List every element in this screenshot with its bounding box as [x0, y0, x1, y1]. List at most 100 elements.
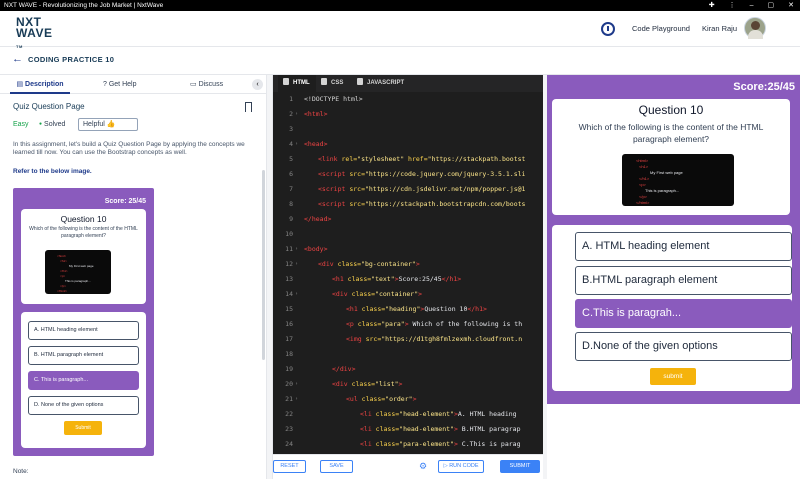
ref-question-text: Which of the following is the content of… — [29, 226, 138, 239]
code-line: 16 <p class="para"> Which of the followin… — [285, 320, 523, 328]
code-image-line: </p> — [639, 194, 648, 199]
code-line: 22 <li class="head-element">A. HTML headi… — [285, 410, 517, 418]
code-line: 6 <script src="https://code.jquery.com/jq… — [289, 170, 526, 178]
top-navbar: NXT WAVE TM Code Playground Kiran Raju — [0, 11, 800, 49]
problem-meta: Easy Solved Helpful 👍 — [13, 118, 138, 131]
code-line: 10 — [285, 230, 293, 238]
code-line: 11 › <body> — [285, 245, 328, 253]
code-line: 3 — [289, 125, 293, 133]
code-line: 23 <li class="head-element"> B.HTML parag… — [285, 425, 521, 433]
tab-javascript[interactable]: JAVASCRIPT — [357, 75, 417, 92]
code-line: 15 <h1 class="heading">Question 10</h1> — [285, 305, 487, 313]
ref-options-card: A. HTML heading element B. HTML paragrap… — [21, 312, 146, 448]
code-image-line: </h1> — [639, 176, 650, 181]
collapse-panel-button[interactable]: ‹ — [252, 79, 263, 90]
left-scrollbar[interactable] — [262, 170, 265, 360]
tab-html[interactable]: HTML — [278, 75, 316, 92]
refer-text: Refer to the below image. — [13, 168, 92, 175]
ref-option-b: B. HTML paragraph element — [28, 346, 139, 365]
code-line: 12 › <div class="bg-container"> — [285, 260, 420, 268]
output-preview: Score:25/45 Question 10 Which of the fol… — [547, 75, 800, 404]
left-panel: ▤ Description ? Get Help ▭ Discuss ‹ Qui… — [0, 75, 266, 479]
page-title: CODING PRACTICE 10 — [28, 55, 115, 64]
code-line: 7 <script src="https://cdn.jsdelivr.net/n… — [289, 185, 526, 193]
code-line: 21 › <ul class="order"> — [285, 395, 417, 403]
code-image-line: <p> — [60, 274, 66, 278]
css-file-icon — [321, 78, 327, 85]
note-label: Note: — [13, 468, 29, 475]
tab-description[interactable]: ▤ Description — [10, 75, 70, 94]
submit-button[interactable]: SUBMIT — [500, 460, 540, 473]
code-line: 20 › <div class="list"> — [285, 380, 403, 388]
code-line: 9 </head> — [289, 215, 332, 223]
run-code-button[interactable]: ▷ RUN CODE — [438, 460, 484, 473]
preview-option-b[interactable]: B.HTML paragraph element — [575, 266, 792, 295]
gear-icon[interactable]: ⚙ — [419, 461, 427, 472]
code-editor[interactable]: HTML CSS JAVASCRIPT 1 <!DOCTYPE html> 2 › <… — [273, 75, 543, 479]
code-image-line: This is paragraph... — [65, 279, 91, 283]
code-image-line: My First web page — [650, 170, 683, 175]
timer-icon[interactable] — [601, 22, 615, 36]
menu-icon[interactable]: ⋮ — [729, 0, 736, 11]
left-tabs: ▤ Description ? Get Help ▭ Discuss ‹ — [0, 75, 266, 94]
maximize-icon[interactable]: ▢ — [768, 0, 775, 11]
tab-discuss[interactable]: ▭ Discuss — [190, 75, 223, 94]
tab-css[interactable]: CSS — [321, 75, 351, 92]
ref-code-image: <html> <h1> My First web page </h1> <p> … — [45, 250, 111, 294]
ref-question-card: Question 10 Which of the following is th… — [21, 209, 146, 304]
difficulty-badge: Easy — [13, 121, 29, 128]
window-titlebar: NXT WAVE - Revolutionizing the Job Marke… — [0, 0, 800, 11]
status-badge: Solved — [39, 121, 65, 128]
code-line: 17 <img src="https://d1tgh8fmlzexmh.cloud… — [285, 335, 523, 343]
helpful-button[interactable]: Helpful 👍 — [78, 118, 138, 131]
avatar[interactable] — [744, 17, 766, 39]
reference-image: Score: 25/45 Question 10 Which of the fo… — [13, 188, 154, 456]
preview-option-c[interactable]: C.This is paragrah... — [575, 299, 792, 328]
code-line: 24 <li class="para-element"> C.This is pa… — [285, 440, 521, 448]
minimize-icon[interactable]: – — [750, 0, 754, 11]
code-line: 2 › <html> — [289, 110, 328, 118]
preview-score: Score:25/45 — [733, 81, 795, 93]
code-image-line: </h1> — [60, 269, 68, 273]
html-file-icon — [283, 78, 289, 85]
editor-tabs: HTML CSS JAVASCRIPT — [273, 75, 543, 92]
code-image-line: <h1> — [60, 259, 67, 263]
preview-option-d[interactable]: D.None of the given options — [575, 332, 792, 361]
code-line: 18 — [285, 350, 293, 358]
code-line: 1 <!DOCTYPE html> — [289, 95, 363, 103]
preview-question-heading: Question 10 — [638, 103, 704, 117]
user-name[interactable]: Kiran Raju — [702, 24, 737, 33]
save-button[interactable]: SAVE — [320, 460, 353, 473]
back-arrow-icon[interactable]: ← — [12, 53, 23, 65]
panel-resizer[interactable] — [266, 75, 273, 479]
ref-question-heading: Question 10 — [60, 214, 107, 224]
code-line: 14 › <div class="container"> — [285, 290, 423, 298]
ref-option-d: D. None of the given options — [28, 396, 139, 415]
code-line: 4 › <head> — [289, 140, 328, 148]
code-line: 13 <h1 class="text">Score:25/45</h1> — [285, 275, 462, 283]
tab-get-help[interactable]: ? Get Help — [103, 75, 136, 94]
window-title: NXT WAVE - Revolutionizing the Job Marke… — [4, 2, 164, 9]
close-icon[interactable]: ✕ — [788, 0, 794, 11]
bookmark-icon[interactable] — [245, 102, 252, 112]
extensions-icon[interactable]: ✚ — [709, 0, 715, 11]
js-file-icon — [357, 78, 363, 85]
editor-footer: RESET SAVE ⚙ ▷ RUN CODE SUBMIT — [273, 454, 543, 479]
preview-option-a[interactable]: A. HTML heading element — [575, 232, 792, 261]
preview-submit-button[interactable]: submit — [650, 368, 696, 385]
reset-button[interactable]: RESET — [273, 460, 306, 473]
code-image-line: </html> — [636, 200, 650, 205]
problem-title: Quiz Question Page — [13, 102, 85, 111]
code-image-line: </html> — [57, 289, 68, 293]
ref-option-a: A. HTML heading element — [28, 321, 139, 340]
preview-question-card: Question 10 Which of the following is th… — [552, 99, 790, 215]
code-image-line: <h1> — [639, 164, 649, 169]
preview-options-card: A. HTML heading element B.HTML paragraph… — [552, 225, 792, 391]
description-icon: ▤ — [16, 81, 26, 88]
ref-score: Score: 25/45 — [104, 198, 146, 205]
code-line: 19 </div> — [285, 365, 356, 373]
thumbs-up-icon: 👍 — [106, 121, 116, 128]
code-lines[interactable]: 1 <!DOCTYPE html> 2 › <html> 3 4 › <head> 5 <l… — [273, 92, 543, 463]
code-playground-link[interactable]: Code Playground — [632, 24, 690, 33]
code-image-line: This is paragraph... — [645, 188, 680, 193]
